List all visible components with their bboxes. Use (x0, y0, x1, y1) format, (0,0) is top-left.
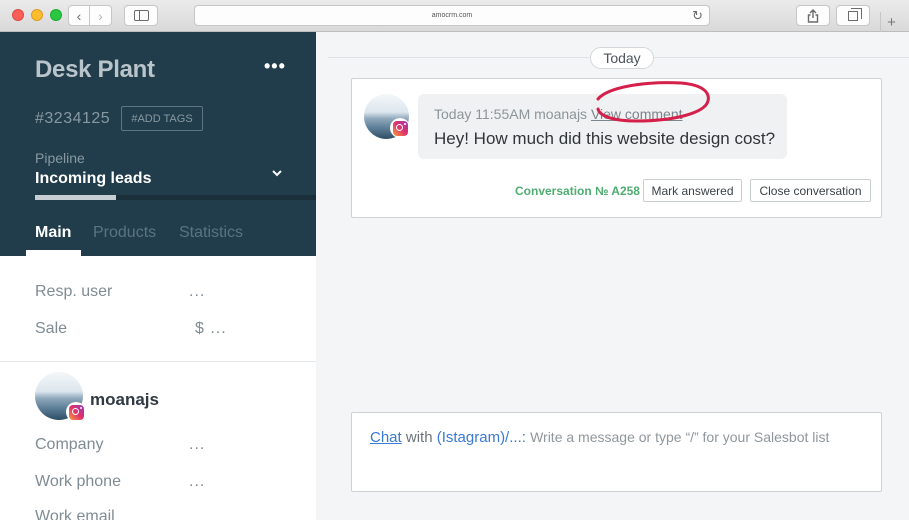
work-phone-label: Work phone (35, 473, 121, 490)
pipeline-progress-fill (35, 195, 117, 200)
tab-statistics[interactable]: Statistics (179, 224, 243, 242)
conversation-feed: Today Today 11:55AM moanajs View comment… (316, 32, 909, 520)
sale-label: Sale (35, 320, 68, 337)
reload-icon[interactable]: ↻ (692, 8, 703, 24)
message-author: moanajs (534, 106, 588, 122)
date-separator: Today (590, 47, 654, 69)
resp-user-value[interactable]: ... (189, 283, 205, 301)
pipeline-progress-bar (35, 195, 316, 200)
instagram-icon (390, 118, 410, 138)
work-email-label: Work email (35, 508, 115, 520)
browser-toolbar: ‹ › amocrm.com ↻ + (0, 0, 909, 32)
window-minimize-button[interactable] (31, 9, 43, 21)
company-label: Company (35, 436, 104, 453)
message-time: Today 11:55AM (434, 106, 531, 122)
pipeline-label: Pipeline (35, 150, 85, 166)
chevron-left-icon: ‹ (76, 7, 82, 24)
instagram-icon (66, 402, 86, 422)
pipeline-select[interactable]: Incoming leads (35, 170, 151, 188)
window-close-button[interactable] (12, 9, 24, 21)
company-value[interactable]: ... (189, 436, 205, 454)
section-divider (0, 361, 316, 362)
message-composer[interactable]: Chat with (Istagram)/...: Write a messag… (351, 412, 882, 492)
tab-main[interactable]: Main (35, 224, 71, 242)
chevron-right-icon: › (98, 7, 103, 24)
sidebar-icon (133, 10, 149, 21)
lead-title[interactable]: Desk Plant (35, 56, 155, 84)
mark-answered-button[interactable]: Mark answered (643, 179, 742, 202)
close-conversation-button[interactable]: Close conversation (750, 179, 871, 202)
share-icon (807, 8, 819, 23)
chat-mode-link[interactable]: Chat (370, 429, 402, 446)
contact-name[interactable]: moanajs (90, 390, 159, 410)
view-comment-link[interactable]: View comment (591, 106, 683, 122)
plus-icon: + (887, 13, 896, 31)
address-bar[interactable]: amocrm.com ↻ (194, 5, 710, 26)
active-tab-indicator (26, 250, 81, 256)
composer-input[interactable]: Write a message or type “/” for your Sal… (530, 429, 829, 445)
resp-user-label: Resp. user (35, 283, 113, 300)
forward-button[interactable]: › (90, 5, 112, 26)
more-options-icon[interactable]: ••• (264, 56, 286, 77)
channel-selector[interactable]: (Istagram)/...: (437, 429, 526, 446)
message-meta: Today 11:55AM moanajs View comment (434, 106, 683, 122)
tabs-overview-button[interactable] (836, 5, 870, 26)
work-phone-value[interactable]: ... (189, 473, 205, 491)
message-bubble: Today 11:55AM moanajs View comment Hey! … (418, 94, 787, 159)
lead-panel: Desk Plant ••• #3234125 #ADD TAGS Pipeli… (0, 32, 316, 520)
conversation-number: Conversation № A258 (515, 184, 640, 198)
url-text: amocrm.com (431, 12, 473, 19)
tabs-icon (848, 7, 862, 21)
lead-header: Desk Plant ••• #3234125 #ADD TAGS Pipeli… (0, 32, 316, 256)
lead-id: #3234125 (35, 110, 111, 127)
composer-line: Chat with (Istagram)/...: Write a messag… (370, 429, 829, 446)
new-tab-button[interactable]: + (880, 12, 902, 32)
window-zoom-button[interactable] (50, 9, 62, 21)
composer-with-text: with (405, 429, 433, 446)
message-card: Today 11:55AM moanajs View comment Hey! … (351, 78, 882, 218)
message-text: Hey! How much did this website design co… (434, 129, 776, 148)
tab-products[interactable]: Products (93, 224, 156, 242)
sale-value[interactable]: $ ... (195, 320, 227, 338)
back-button[interactable]: ‹ (68, 5, 90, 26)
add-tags-button[interactable]: #ADD TAGS (121, 106, 203, 131)
chevron-down-icon[interactable] (270, 166, 284, 180)
sidebar-toggle-button[interactable] (124, 5, 158, 26)
share-button[interactable] (796, 5, 830, 26)
